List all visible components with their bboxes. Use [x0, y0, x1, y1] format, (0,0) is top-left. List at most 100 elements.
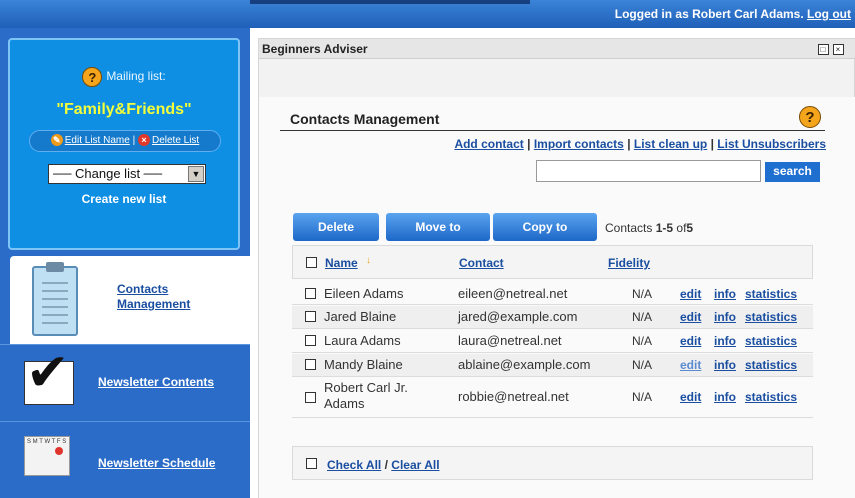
sidebar-item-newsletter-contents[interactable]: ✔ Newsletter Contents: [0, 344, 250, 416]
table-row: Mandy Blaine ablaine@example.com N/A edi…: [292, 354, 813, 377]
move-to-button[interactable]: Move to: [386, 213, 490, 241]
title-divider: [280, 130, 825, 131]
contact-actions-links: Add contact | Import contacts | List cle…: [454, 137, 826, 151]
sidebar-item-label[interactable]: Newsletter Contents: [98, 375, 214, 389]
statistics-link[interactable]: statistics: [745, 310, 797, 324]
contact-email: laura@netreal.net: [458, 333, 562, 348]
select-all-checkbox[interactable]: [306, 257, 317, 268]
contacts-count: Contacts 1-5 of5: [605, 221, 694, 235]
create-new-list-link[interactable]: Create new list: [10, 192, 238, 206]
fidelity-value: N/A: [632, 310, 653, 324]
clipboard-icon: [32, 262, 78, 336]
fidelity-value: N/A: [632, 358, 653, 372]
table-header: Name ↓ Contact Fidelity: [292, 245, 813, 279]
fidelity-value: N/A: [632, 334, 653, 348]
main-panel: Beginners Adviser □ × Contacts Managemen…: [258, 38, 855, 498]
mailing-list-label: ? Mailing list:: [10, 67, 238, 87]
copy-to-button[interactable]: Copy to: [493, 213, 597, 241]
edit-link[interactable]: edit: [680, 310, 701, 324]
table-row: Robert Carl Jr. Adams robbie@netreal.net…: [292, 378, 813, 418]
column-name[interactable]: Name: [325, 256, 358, 270]
table-row: Jared Blaine jared@example.com N/A edit …: [292, 306, 813, 329]
statistics-link[interactable]: statistics: [745, 390, 797, 404]
list-clean-up-link[interactable]: List clean up: [634, 137, 707, 151]
info-link[interactable]: info: [714, 390, 736, 404]
contact-name: Eileen Adams: [324, 286, 404, 301]
contact-name: Laura Adams: [324, 333, 401, 348]
check-all-link[interactable]: Check All: [327, 458, 381, 472]
sidebar-item-label[interactable]: Contacts Management: [117, 282, 207, 312]
contact-name: Jared Blaine: [324, 309, 397, 324]
list-name: "Family&Friends": [56, 101, 192, 118]
logout-link[interactable]: Log out: [807, 7, 851, 21]
contacts-content: Contacts Management ? Add contact | Impo…: [259, 97, 855, 498]
top-bar: Logged in as Robert Carl Adams. Log out: [0, 0, 855, 28]
chevron-down-icon[interactable]: ▼: [188, 166, 204, 182]
top-bar-accent: [250, 0, 530, 4]
table-row: Laura Adams laura@netreal.net N/A edit i…: [292, 330, 813, 353]
panel-title: Beginners Adviser: [262, 42, 368, 56]
statistics-link[interactable]: statistics: [745, 334, 797, 348]
info-link[interactable]: info: [714, 287, 736, 301]
check-clear-links: Check All / Clear All: [327, 458, 440, 472]
row-checkbox[interactable]: [305, 335, 316, 346]
list-actions: ✎ Edit List Name | × Delete List: [29, 130, 221, 152]
search-button[interactable]: search: [765, 162, 820, 182]
info-link[interactable]: info: [714, 334, 736, 348]
delete-icon: ×: [137, 134, 150, 147]
window-controls: □ ×: [817, 43, 844, 55]
pencil-icon: ✎: [50, 134, 63, 147]
close-icon[interactable]: ×: [833, 44, 844, 55]
contact-email: robbie@netreal.net: [458, 389, 569, 404]
delete-list-link[interactable]: Delete List: [152, 135, 199, 146]
contact-email: jared@example.com: [458, 309, 578, 324]
fidelity-value: N/A: [632, 287, 653, 301]
search-input[interactable]: [536, 160, 761, 182]
restore-icon[interactable]: □: [817, 44, 829, 55]
row-checkbox[interactable]: [305, 311, 316, 322]
info-link[interactable]: info: [714, 358, 736, 372]
calendar-icon: S M T W T F S: [24, 436, 70, 476]
fidelity-value: N/A: [632, 390, 653, 404]
list-actions-separator: |: [132, 135, 136, 146]
page-title: Contacts Management: [290, 111, 440, 127]
contact-name: Robert Carl Jr. Adams: [324, 380, 408, 411]
table-footer: Check All / Clear All: [292, 446, 813, 480]
change-list-select[interactable]: ── Change list ── ▼: [48, 164, 206, 184]
info-link[interactable]: info: [714, 310, 736, 324]
import-contacts-link[interactable]: Import contacts: [534, 137, 624, 151]
row-checkbox[interactable]: [305, 288, 316, 299]
change-list-value: ── Change list ──: [53, 166, 163, 181]
list-unsubscribers-link[interactable]: List Unsubscribers: [717, 137, 826, 151]
row-checkbox[interactable]: [305, 359, 316, 370]
table-row: Eileen Adams eileen@netreal.net N/A edit…: [292, 283, 813, 305]
login-text: Logged in as Robert Carl Adams.: [614, 7, 804, 21]
statistics-link[interactable]: statistics: [745, 287, 797, 301]
sidebar-item-label[interactable]: Newsletter Schedule: [98, 456, 215, 470]
column-fidelity[interactable]: Fidelity: [608, 256, 650, 270]
sidebar-item-newsletter-schedule[interactable]: S M T W T F S Newsletter Schedule: [0, 421, 250, 493]
statistics-link[interactable]: statistics: [745, 358, 797, 372]
mailing-list-box: ? Mailing list: "Family&Friends" ✎ Edit Li…: [8, 38, 240, 250]
edit-link[interactable]: edit: [680, 390, 701, 404]
checkmark-icon: ✔: [26, 344, 70, 402]
edit-link[interactable]: edit: [680, 287, 701, 301]
column-contact[interactable]: Contact: [459, 256, 504, 270]
login-status: Logged in as Robert Carl Adams. Log out: [615, 7, 851, 21]
add-contact-link[interactable]: Add contact: [454, 137, 523, 151]
edit-link[interactable]: edit: [680, 358, 701, 372]
edit-link[interactable]: edit: [680, 334, 701, 348]
delete-button[interactable]: Delete: [293, 213, 379, 241]
panel-header: Beginners Adviser □ ×: [259, 39, 855, 59]
edit-list-name-link[interactable]: Edit List Name: [65, 135, 130, 146]
clear-all-link[interactable]: Clear All: [391, 458, 439, 472]
help-icon[interactable]: ?: [82, 67, 103, 87]
contact-email: ablaine@example.com: [458, 357, 591, 372]
contact-name: Mandy Blaine: [324, 357, 403, 372]
sort-arrow-icon: ↓: [366, 255, 371, 266]
help-icon[interactable]: ?: [799, 106, 821, 128]
sidebar: ? Mailing list: "Family&Friends" ✎ Edit Li…: [0, 28, 250, 498]
check-all-checkbox[interactable]: [306, 458, 317, 469]
contact-email: eileen@netreal.net: [458, 286, 568, 301]
row-checkbox[interactable]: [305, 392, 316, 403]
